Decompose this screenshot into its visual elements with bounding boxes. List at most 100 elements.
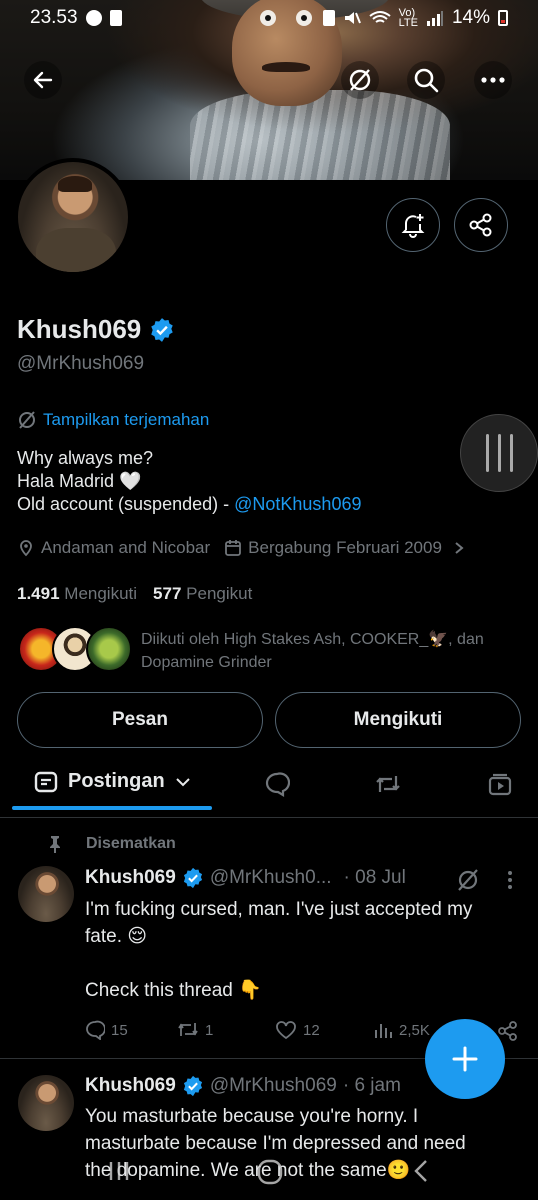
follower-avatar [86,626,132,672]
views-action[interactable]: 2,5K [373,1020,430,1040]
more-options-button[interactable] [474,61,512,99]
profile-name-row: Khush069 [17,314,175,345]
status-bar: 23.53 Vo) LTE 14% [0,0,538,36]
reply-icon [265,772,290,797]
tweet-author-handle: @MrKhush0... [209,867,332,888]
followers-count: 577 [153,584,182,603]
reply-action[interactable]: 15 [85,1020,128,1040]
following-stat[interactable]: 1.491 Mengikuti [17,584,137,604]
chevron-right-icon[interactable] [452,540,466,556]
tweet-author-avatar[interactable] [18,1075,74,1131]
status-left: 23.53 [30,7,122,29]
profile-avatar[interactable] [14,158,132,276]
active-tab-indicator [12,806,212,810]
search-icon [414,68,439,93]
share-icon [498,1021,517,1041]
location-text: Andaman and Nicobar [41,538,211,557]
recent-apps-icon[interactable] [106,1158,132,1184]
tweet-header: Khush069 @MrKhush069 · 6 jam [85,1075,401,1097]
verified-badge-icon [183,1075,202,1097]
repost-icon [376,776,400,792]
tab-media[interactable] [486,770,514,798]
verified-badge-icon[interactable] [149,317,175,343]
share-icon [469,213,492,237]
alert-notification-icon [109,10,122,26]
profile-handle: @MrKhush069 [17,353,145,374]
battery-saver-icon [322,10,335,26]
bio-line-3-text: Old account (suspended) - [17,494,235,514]
profile-tabs: Postingan [0,760,538,810]
home-icon[interactable] [256,1158,284,1186]
battery-icon [498,10,508,26]
joined-date: Bergabung Februari 2009 [248,538,442,557]
avatar-body-shape [36,228,116,272]
signal-icon [426,11,443,26]
pinned-indicator: Disematkan [46,834,176,854]
avatar-hair-shape [58,176,92,192]
chat-notification-icon [85,10,102,26]
compose-plus-icon [452,1046,478,1072]
share-profile-button[interactable] [454,198,508,252]
repost-action[interactable]: 1 [177,1020,213,1040]
following-button[interactable]: Mengikuti [275,692,521,748]
show-translation-link[interactable]: Tampilkan terjemahan [17,410,209,430]
back-nav-icon[interactable] [410,1158,432,1184]
repost-icon [178,1023,198,1036]
message-button[interactable]: Pesan [17,692,263,748]
posts-tab-icon [34,771,58,792]
status-right: Vo) LTE 14% [322,7,508,29]
handle-bar [497,434,501,472]
translate-label: Tampilkan terjemahan [43,410,210,429]
verified-badge-icon [183,867,202,889]
volte-label: Vo) LTE [398,7,418,29]
like-icon [276,1021,296,1040]
followers-label: Pengikut [186,584,253,603]
tweet-author-avatar[interactable] [18,866,74,922]
tab-replies[interactable] [263,770,291,798]
tweet-text-line: Check this thread 👇 [85,980,262,1001]
mute-icon [344,12,361,24]
share-action[interactable] [497,1020,519,1042]
back-arrow-icon [33,71,53,89]
tweet-time[interactable]: · 08 Jul [344,867,406,889]
notification-subscribe-button[interactable] [386,198,440,252]
translate-icon [19,411,35,429]
profile-bio: Why always me? Hala Madrid 🤍 Old account… [17,447,361,516]
reply-count: 15 [111,1021,128,1039]
tweet-header: Khush069 @MrKhush0... · 08 Jul [85,867,406,889]
handle-bar [485,434,489,472]
tweet-time[interactable]: · 6 jam [343,1075,401,1097]
followers-stat[interactable]: 577 Pengikut [153,584,252,604]
floating-side-handle[interactable] [460,414,538,492]
compose-button[interactable] [425,1019,505,1099]
search-button[interactable] [407,61,445,99]
tab-posts[interactable]: Postingan [34,770,191,793]
like-action[interactable]: 12 [275,1020,320,1040]
tweet-more-icon[interactable] [506,870,514,890]
profile-meta: Andaman and Nicobar Bergabung Februari 2… [17,538,466,558]
followed-by-text[interactable]: Diikuti oleh High Stakes Ash, COOKER_🦅, … [141,628,521,674]
bio-line-3: Old account (suspended) - @NotKhush069 [17,493,361,516]
repost-count: 1 [205,1021,214,1039]
system-navigation-bar [0,1150,538,1200]
tab-reposts[interactable] [374,770,402,798]
translate-button[interactable] [341,61,379,99]
more-icon [481,77,505,83]
tweet-text[interactable]: I'm fucking cursed, man. I've just accep… [85,896,525,1004]
pinned-label: Disematkan [86,835,176,852]
tweet-author-handle: @MrKhush069 [209,1075,337,1096]
tabs-divider [0,817,538,818]
following-count: 1.491 [17,584,60,603]
back-button[interactable] [24,61,62,99]
battery-percentage: 14% [451,7,490,28]
chevron-down-icon [175,777,190,786]
tweet-author-name[interactable]: Khush069 [85,1075,176,1097]
media-icon [488,773,512,796]
calendar-icon [225,540,242,556]
profile-name: Khush069 [17,314,142,344]
translate-icon[interactable] [456,868,480,892]
views-icon [375,1024,392,1038]
tweet-author-name[interactable]: Khush069 [85,867,176,889]
mutual-followers-avatars[interactable] [18,626,132,672]
old-account-link[interactable]: @NotKhush069 [234,494,361,514]
